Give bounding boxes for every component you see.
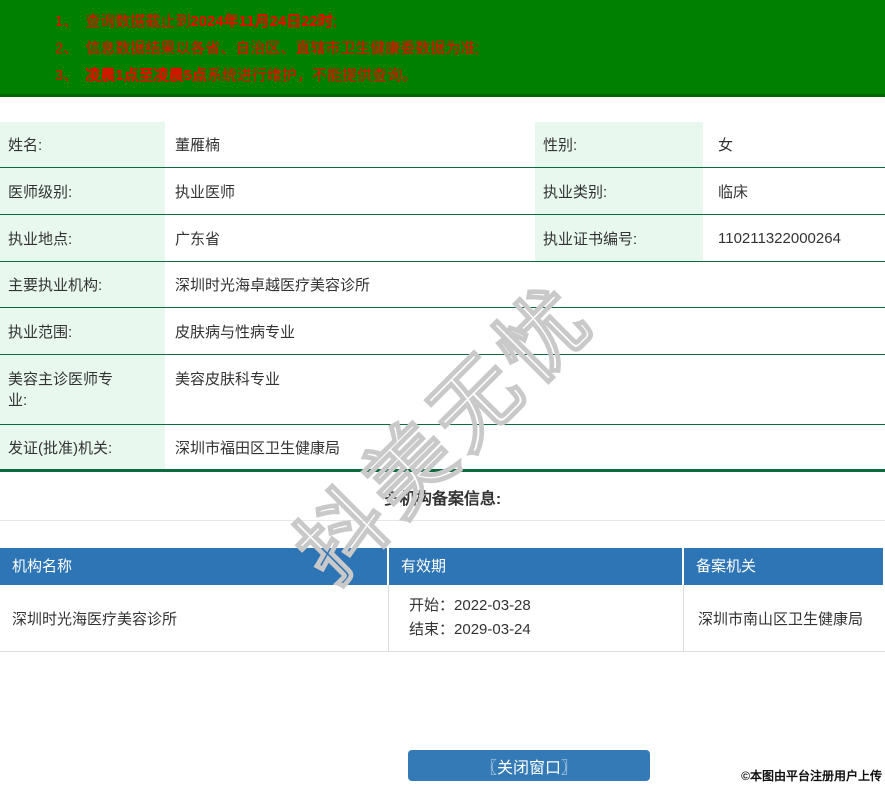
notice-number: 2、: [55, 40, 78, 57]
doctor-level-label: 医师级别:: [0, 168, 165, 214]
table-row: 执业范围: 皮肤病与性病专业: [0, 308, 885, 355]
gender-value: 女: [703, 122, 885, 167]
start-label: 开始：: [409, 594, 454, 618]
notice-line-1: 1、查询数据截止到2024年11月24日22时;: [55, 8, 885, 35]
close-window-button[interactable]: 〖关闭窗口〗: [408, 750, 650, 781]
certificate-number-value: 110211322000264: [703, 215, 885, 261]
main-institution-value: 深圳时光海卓越医疗美容诊所: [165, 262, 885, 307]
filing-authority-header: 备案机关: [684, 548, 883, 585]
notice-line-2: 2、信息数据结果以各省、自治区、直辖市卫生健康委数据为准;: [55, 35, 885, 62]
filing-table-header: 机构名称 有效期 备案机关: [0, 548, 885, 585]
practice-category-value: 临床: [703, 168, 885, 214]
practice-scope-label: 执业范围:: [0, 308, 165, 354]
multi-org-filing-table: 机构名称 有效期 备案机关 深圳时光海医疗美容诊所 开始：2022-03-28 …: [0, 548, 885, 652]
notice-text: 查询数据截止到: [85, 13, 190, 30]
table-row: 执业地点: 广东省 执业证书编号: 110211322000264: [0, 215, 885, 262]
query-result-page: 1、查询数据截止到2024年11月24日22时; 2、信息数据结果以各省、自治区…: [0, 0, 885, 789]
notice-text: ;: [333, 13, 337, 30]
filing-table-row: 深圳时光海医疗美容诊所 开始：2022-03-28 结束：2029-03-24 …: [0, 585, 885, 652]
practice-location-label: 执业地点:: [0, 215, 165, 261]
practice-category-label: 执业类别:: [535, 168, 703, 214]
table-row: 姓名: 董雁楠 性别: 女: [0, 122, 885, 168]
table-row: 医师级别: 执业医师 执业类别: 临床: [0, 168, 885, 215]
issuing-authority-label: 发证(批准)机关:: [0, 425, 165, 469]
divider: [0, 520, 885, 521]
name-value: 董雁楠: [165, 122, 535, 167]
multi-org-filing-heading: 多机构备案信息:: [0, 473, 885, 520]
validity-header: 有效期: [389, 548, 684, 585]
notice-line-3: 3、凌晨1点至凌晨5点系统进行维护，不能提供查询。: [55, 62, 885, 89]
end-date: 2029-03-24: [454, 621, 531, 638]
validity-value: 开始：2022-03-28 结束：2029-03-24: [389, 585, 684, 651]
name-label: 姓名:: [0, 122, 165, 167]
validity-end: 结束：2029-03-24: [409, 618, 683, 642]
practice-scope-value: 皮肤病与性病专业: [165, 308, 885, 354]
validity-start: 开始：2022-03-28: [409, 594, 683, 618]
doctor-level-value: 执业医师: [165, 168, 535, 214]
practitioner-info-table: 姓名: 董雁楠 性别: 女 医师级别: 执业医师 执业类别: 临床 执业地点: …: [0, 122, 885, 472]
table-row: 美容主诊医师专业: 美容皮肤科专业: [0, 355, 885, 425]
notice-banner: 1、查询数据截止到2024年11月24日22时; 2、信息数据结果以各省、自治区…: [0, 0, 885, 97]
notice-text: 信息数据结果以各省、自治区、直辖市卫生健康委数据为准;: [85, 40, 479, 57]
filing-authority-value: 深圳市南山区卫生健康局: [684, 585, 885, 651]
notice-text-bold: 凌晨1点至凌晨5点: [85, 67, 207, 84]
cosmetic-specialty-value: 美容皮肤科专业: [165, 355, 885, 424]
table-row: 主要执业机构: 深圳时光海卓越医疗美容诊所: [0, 262, 885, 308]
table-row: 发证(批准)机关: 深圳市福田区卫生健康局: [0, 425, 885, 472]
notice-number: 3、: [55, 67, 78, 84]
practice-location-value: 广东省: [165, 215, 535, 261]
start-date: 2022-03-28: [454, 597, 531, 614]
cosmetic-specialty-label: 美容主诊医师专业:: [0, 355, 165, 424]
end-label: 结束：: [409, 618, 454, 642]
certificate-number-label: 执业证书编号:: [535, 215, 703, 261]
upload-credit-text: ©本图由平台注册用户上传: [741, 767, 882, 784]
org-name-header: 机构名称: [0, 548, 389, 585]
issuing-authority-value: 深圳市福田区卫生健康局: [165, 425, 885, 469]
main-institution-label: 主要执业机构:: [0, 262, 165, 307]
gender-label: 性别:: [535, 122, 703, 167]
org-name-value: 深圳时光海医疗美容诊所: [0, 585, 389, 651]
notice-text: 系统进行维护，不能提供查询。: [207, 67, 417, 84]
notice-text-bold: 2024年11月24日22时: [190, 13, 333, 30]
notice-number: 1、: [55, 13, 78, 30]
